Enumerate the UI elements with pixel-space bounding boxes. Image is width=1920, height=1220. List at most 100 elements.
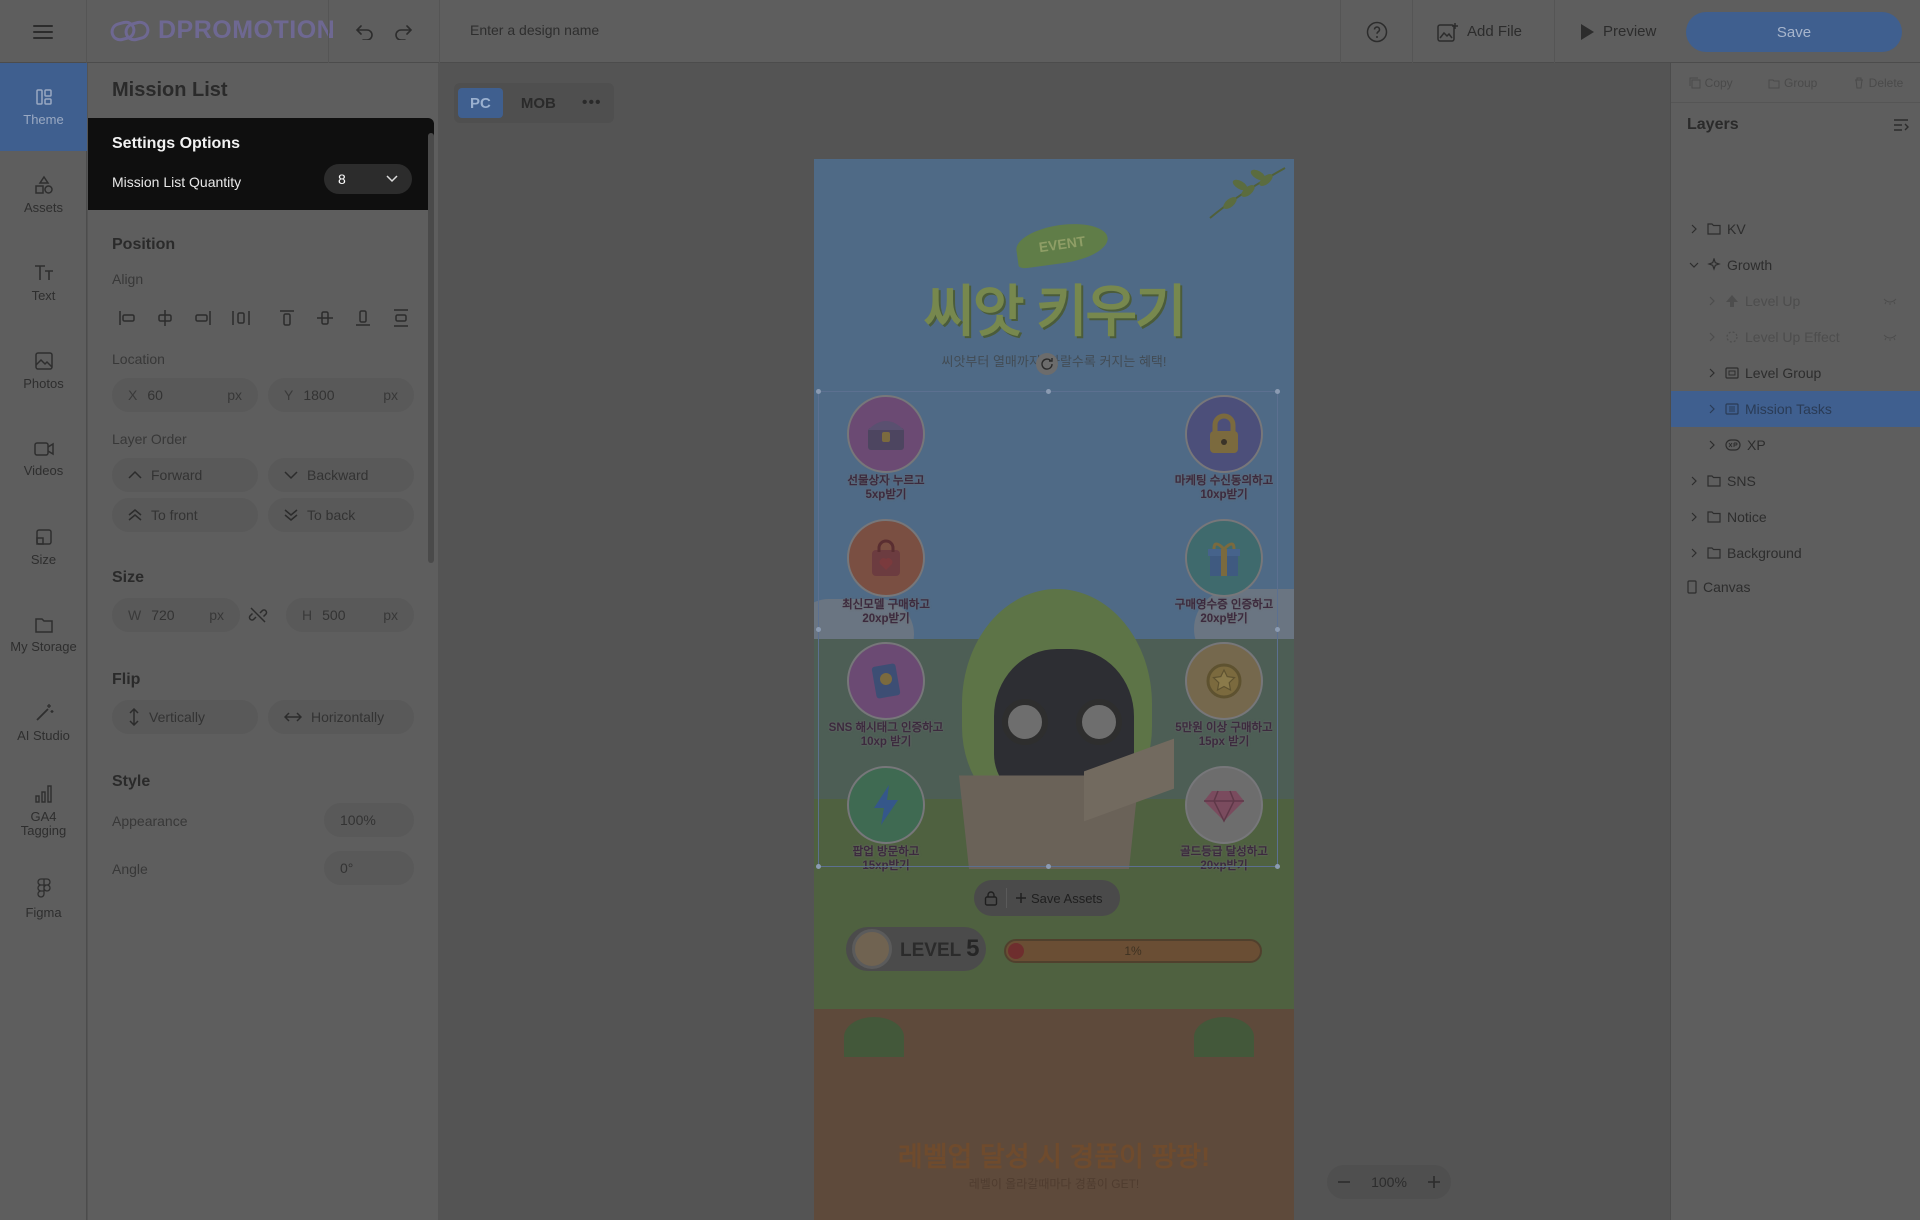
tab-pc[interactable]: PC bbox=[458, 88, 503, 118]
eye-off-icon[interactable] bbox=[1883, 333, 1897, 341]
sidebar-item-my-storage[interactable]: My Storage bbox=[0, 591, 87, 679]
sidebar-item-figma[interactable]: Figma bbox=[0, 855, 87, 943]
chevron-right-icon[interactable] bbox=[1687, 476, 1701, 486]
align-right-button[interactable] bbox=[188, 303, 218, 333]
group-button[interactable]: Group bbox=[1768, 76, 1817, 90]
layer-item-kv[interactable]: KV bbox=[1671, 211, 1920, 247]
chevron-right-icon[interactable] bbox=[1705, 368, 1719, 378]
layer-item-level-up-effect[interactable]: Level Up Effect bbox=[1671, 319, 1920, 355]
layer-item-xp[interactable]: XP bbox=[1671, 427, 1920, 463]
layer-item-sns[interactable]: SNS bbox=[1671, 463, 1920, 499]
width-field[interactable]: W 720 px bbox=[112, 598, 240, 632]
height-field[interactable]: H 500 px bbox=[286, 598, 414, 632]
undo-icon[interactable] bbox=[355, 24, 375, 40]
align-top-button[interactable] bbox=[272, 303, 302, 333]
chevron-right-icon[interactable] bbox=[1705, 440, 1719, 450]
sidebar-item-ga4-tagging[interactable]: GA4 Tagging bbox=[0, 767, 87, 855]
distribute-v-button[interactable] bbox=[386, 303, 416, 333]
delete-label: Delete bbox=[1868, 75, 1904, 90]
align-middle-button[interactable] bbox=[310, 303, 340, 333]
layers-settings-button[interactable] bbox=[1893, 118, 1909, 132]
resize-handle[interactable] bbox=[1046, 389, 1051, 394]
lock-icon[interactable] bbox=[984, 890, 998, 906]
preview-label: Preview bbox=[1603, 23, 1657, 40]
layer-item-growth[interactable]: Growth bbox=[1671, 247, 1920, 283]
redo-icon[interactable] bbox=[393, 24, 413, 40]
location-label: Location bbox=[112, 351, 165, 367]
chevron-right-icon[interactable] bbox=[1687, 548, 1701, 558]
flip-horizontal-button[interactable]: Horizontally bbox=[268, 700, 414, 734]
chevron-right-icon[interactable] bbox=[1705, 332, 1719, 342]
preview-button[interactable]: Preview bbox=[1554, 0, 1670, 63]
to-back-button[interactable]: To back bbox=[268, 498, 414, 532]
to-front-label: To front bbox=[151, 507, 198, 523]
copy-button[interactable]: Copy bbox=[1689, 76, 1733, 90]
rotate-handle[interactable] bbox=[1036, 353, 1058, 375]
size-heading: Size bbox=[112, 569, 145, 586]
sidebar-item-theme[interactable]: Theme bbox=[0, 63, 87, 151]
backward-button[interactable]: Backward bbox=[268, 458, 414, 492]
aspect-lock-button[interactable] bbox=[248, 605, 268, 625]
help-button[interactable] bbox=[1340, 0, 1412, 63]
save-assets-button[interactable]: Save Assets bbox=[1015, 891, 1103, 906]
more-options-icon[interactable]: ••• bbox=[582, 94, 602, 112]
add-file-button[interactable]: Add File bbox=[1412, 0, 1554, 63]
resize-handle[interactable] bbox=[1275, 864, 1280, 869]
layer-item-level-up[interactable]: Level Up bbox=[1671, 283, 1920, 319]
layer-item-background[interactable]: Background bbox=[1671, 535, 1920, 571]
resize-handle[interactable] bbox=[816, 627, 821, 632]
align-center-h-button[interactable] bbox=[150, 303, 180, 333]
resize-handle[interactable] bbox=[1046, 864, 1051, 869]
appearance-field[interactable]: 100% bbox=[324, 803, 414, 837]
panel-scrollbar[interactable] bbox=[428, 133, 434, 563]
layer-item-mission-tasks[interactable]: Mission Tasks bbox=[1671, 391, 1920, 427]
flip-horizontal-icon bbox=[284, 712, 302, 722]
bush-decoration bbox=[1194, 1017, 1254, 1057]
resize-handle[interactable] bbox=[1275, 627, 1280, 632]
tab-mob[interactable]: MOB bbox=[509, 88, 568, 118]
menu-button[interactable] bbox=[0, 0, 87, 63]
level-label: LEVEL bbox=[900, 940, 961, 961]
chevron-down-icon[interactable] bbox=[1687, 260, 1701, 270]
mission-quantity-select[interactable]: 8 bbox=[324, 164, 412, 194]
sidebar-item-size[interactable]: Size bbox=[0, 503, 87, 591]
flip-vertical-button[interactable]: Vertically bbox=[112, 700, 258, 734]
layer-item-level-group[interactable]: Level Group bbox=[1671, 355, 1920, 391]
to-front-button[interactable]: To front bbox=[112, 498, 258, 532]
resize-handle[interactable] bbox=[816, 389, 821, 394]
h-label: H bbox=[302, 607, 313, 623]
selection-box[interactable] bbox=[816, 389, 1280, 869]
resize-handle[interactable] bbox=[1275, 389, 1280, 394]
forward-button[interactable]: Forward bbox=[112, 458, 258, 492]
sidebar-item-photos[interactable]: Photos bbox=[0, 327, 87, 415]
chevron-right-icon[interactable] bbox=[1687, 512, 1701, 522]
design-canvas[interactable]: EVENT 씨앗 키우기 씨앗부터 열매까지! 자랄수록 커지는 혜택! 선물상… bbox=[814, 159, 1294, 1220]
chevron-right-icon[interactable] bbox=[1705, 296, 1719, 306]
sidebar-item-videos[interactable]: Videos bbox=[0, 415, 87, 503]
layer-item-canvas[interactable]: Canvas bbox=[1671, 569, 1920, 605]
x-unit: px bbox=[227, 387, 242, 403]
zoom-in-icon[interactable] bbox=[1427, 1175, 1441, 1189]
group-icon bbox=[1768, 79, 1780, 88]
sidebar-item-assets[interactable]: Assets bbox=[0, 151, 87, 239]
sidebar-item-ai-studio[interactable]: AI Studio bbox=[0, 679, 87, 767]
design-name-input[interactable]: Enter a design name bbox=[470, 22, 599, 38]
zoom-out-icon[interactable] bbox=[1337, 1175, 1351, 1189]
angle-field[interactable]: 0° bbox=[324, 851, 414, 885]
layer-item-notice[interactable]: Notice bbox=[1671, 499, 1920, 535]
sidebar-item-text[interactable]: Text bbox=[0, 239, 87, 327]
eye-off-icon[interactable] bbox=[1883, 297, 1897, 305]
delete-button[interactable]: Delete bbox=[1853, 75, 1904, 90]
chevron-right-icon[interactable] bbox=[1705, 404, 1719, 414]
align-bottom-button[interactable] bbox=[348, 303, 378, 333]
angle-value: 0° bbox=[340, 860, 354, 876]
x-field[interactable]: X 60 px bbox=[112, 378, 258, 412]
save-button[interactable]: Save bbox=[1686, 12, 1902, 52]
y-field[interactable]: Y 1800 px bbox=[268, 378, 414, 412]
distribute-h-button[interactable] bbox=[226, 303, 256, 333]
vertically-label: Vertically bbox=[149, 709, 206, 725]
resize-handle[interactable] bbox=[816, 864, 821, 869]
chevron-right-icon[interactable] bbox=[1687, 224, 1701, 234]
app-logo[interactable]: DPROMOTION bbox=[110, 16, 335, 45]
align-left-button[interactable] bbox=[112, 303, 142, 333]
